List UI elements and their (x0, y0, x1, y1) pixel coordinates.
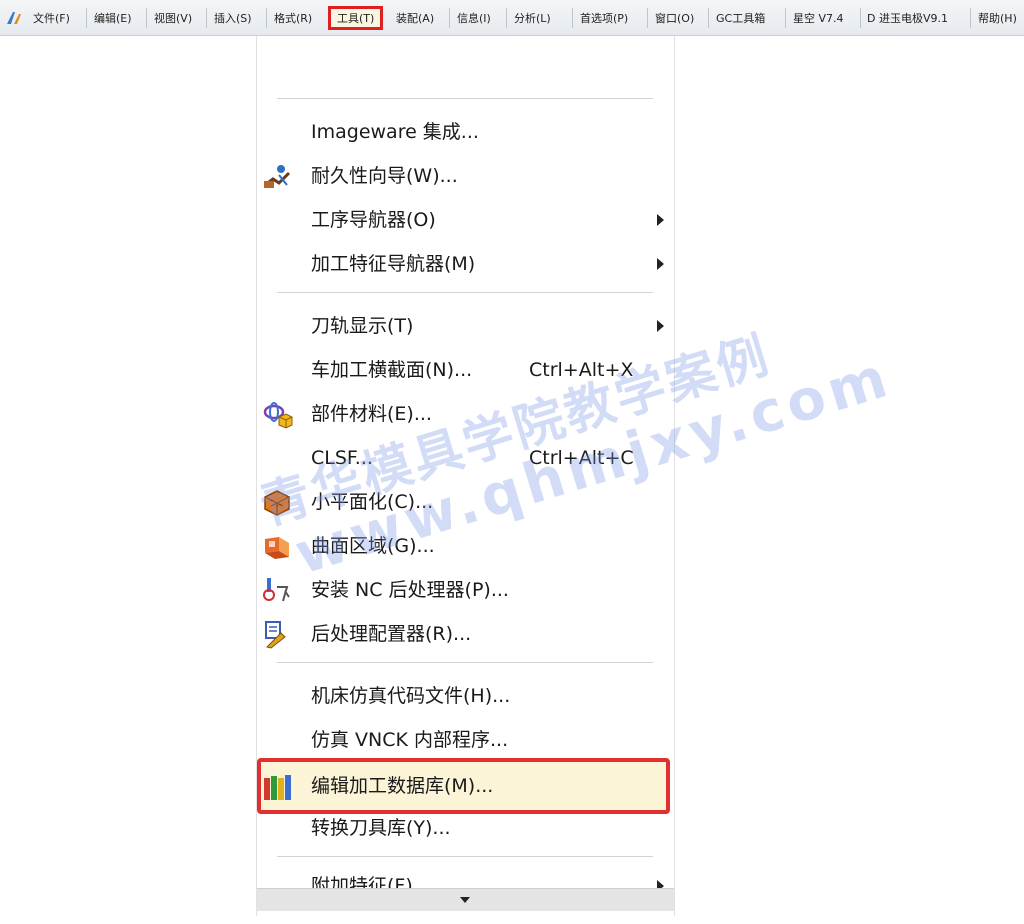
menu-separator (449, 8, 450, 28)
menu-item-machine-simulation-code[interactable]: 机床仿真代码文件(H)... (257, 676, 674, 716)
submenu-arrow-icon (657, 258, 664, 270)
facet-icon (264, 490, 290, 516)
menu-separator (86, 8, 87, 28)
submenu-arrow-icon (657, 214, 664, 226)
menu-item-facet[interactable]: 小平面化(C)... (257, 482, 674, 522)
menu-separator (572, 8, 573, 28)
menu-help[interactable]: 帮助(H) (978, 10, 1017, 28)
menu-separator (206, 8, 207, 28)
menu-item-label: 刀轨显示(T) (311, 315, 414, 337)
tools-dropdown-menu: Imageware 集成... 耐久性向导(W)... 工序导航器(O) 加工特… (256, 36, 675, 916)
menu-divider (277, 98, 653, 99)
menu-item-shortcut: Ctrl+Alt+C (529, 447, 634, 469)
menu-item-label: 部件材料(E)... (311, 403, 432, 425)
menu-item-label: 曲面区域(G)... (311, 535, 435, 557)
menu-item-post-configurator[interactable]: 后处理配置器(R)... (257, 614, 674, 654)
menu-item-label: Imageware 集成... (311, 121, 479, 143)
menu-item-label: 车加工横截面(N)... (311, 359, 473, 381)
menu-item-label: 工序导航器(O) (311, 209, 436, 231)
submenu-arrow-icon (657, 320, 664, 332)
menu-item-label: 加工特征导航器(M) (311, 253, 476, 275)
menu-item-vnck-simulation[interactable]: 仿真 VNCK 内部程序... (257, 720, 674, 760)
menu-separator (970, 8, 971, 28)
menu-item-toolpath-display[interactable]: 刀轨显示(T) (257, 306, 674, 346)
menu-view[interactable]: 视图(V) (154, 10, 192, 28)
menu-separator (146, 8, 147, 28)
menu-item-label: 转换刀具库(Y)... (311, 817, 451, 839)
menu-preferences[interactable]: 首选项(P) (580, 10, 628, 28)
durability-wizard-icon (264, 165, 291, 188)
menu-file[interactable]: 文件(F) (33, 10, 70, 28)
menu-window[interactable]: 窗口(O) (655, 10, 694, 28)
menu-item-operation-navigator[interactable]: 工序导航器(O) (257, 200, 674, 240)
menu-item-part-material[interactable]: 部件材料(E)... (257, 394, 674, 434)
machining-database-icon (264, 775, 291, 800)
menu-item-edit-machining-database[interactable]: 编辑加工数据库(M)... (257, 758, 670, 814)
menu-item-label: 机床仿真代码文件(H)... (311, 685, 511, 707)
menu-separator (266, 8, 267, 28)
chevron-down-icon (460, 897, 470, 903)
post-configurator-icon (265, 621, 286, 649)
menu-insert[interactable]: 插入(S) (214, 10, 252, 28)
menu-item-surface-region[interactable]: 曲面区域(G)... (257, 526, 674, 566)
menu-edit[interactable]: 编辑(E) (94, 10, 132, 28)
menu-separator (647, 8, 648, 28)
menu-item-label: 安装 NC 后处理器(P)... (311, 579, 509, 601)
menu-item-convert-tool-library[interactable]: 转换刀具库(Y)... (257, 808, 674, 848)
menu-information[interactable]: 信息(I) (457, 10, 491, 28)
menu-gc-toolbox[interactable]: GC工具箱 (716, 10, 765, 28)
surface-region-icon (265, 537, 289, 559)
menu-tools[interactable]: 工具(T) (328, 6, 384, 30)
menu-item-turning-cross-section[interactable]: 车加工横截面(N)... Ctrl+Alt+X (257, 350, 674, 390)
menu-divider (277, 662, 653, 663)
menu-item-clsf[interactable]: CLSF... Ctrl+Alt+C (257, 438, 674, 478)
menu-separator (860, 8, 861, 28)
menu-item-durability-wizard[interactable]: 耐久性向导(W)... (257, 156, 674, 196)
menu-item-feature-navigator[interactable]: 加工特征导航器(M) (257, 244, 674, 284)
menu-item-imageware[interactable]: Imageware 集成... (257, 112, 674, 152)
menu-separator (785, 8, 786, 28)
menu-item-label: 编辑加工数据库(M)... (311, 775, 494, 797)
menu-item-label: 仿真 VNCK 内部程序... (311, 729, 509, 751)
install-postprocessor-icon (263, 578, 290, 602)
menu-item-install-nc-postprocessor[interactable]: 安装 NC 后处理器(P)... (257, 570, 674, 610)
menu-bar: 文件(F) 编辑(E) 视图(V) 插入(S) 格式(R) 工具(T) 装配(A… (0, 0, 1024, 36)
menu-xingkong[interactable]: 星空 V7.4 (793, 10, 844, 28)
menu-item-label: CLSF... (311, 447, 373, 469)
nx-app-icon[interactable] (5, 10, 25, 26)
menu-separator (506, 8, 507, 28)
menu-separator (708, 8, 709, 28)
menu-analysis[interactable]: 分析(L) (514, 10, 551, 28)
menu-item-shortcut: Ctrl+Alt+X (529, 359, 634, 381)
part-material-icon (263, 402, 293, 429)
menu-jinyu-electrode[interactable]: D 进玉电极V9.1 (867, 10, 948, 28)
menu-item-label: 耐久性向导(W)... (311, 165, 458, 187)
menu-divider (277, 856, 653, 857)
menu-item-label: 小平面化(C)... (311, 491, 434, 513)
menu-divider (277, 292, 653, 293)
menu-format[interactable]: 格式(R) (274, 10, 312, 28)
menu-item-label: 后处理配置器(R)... (311, 623, 472, 645)
menu-scroll-down[interactable] (257, 888, 674, 911)
menu-assembly[interactable]: 装配(A) (396, 10, 434, 28)
